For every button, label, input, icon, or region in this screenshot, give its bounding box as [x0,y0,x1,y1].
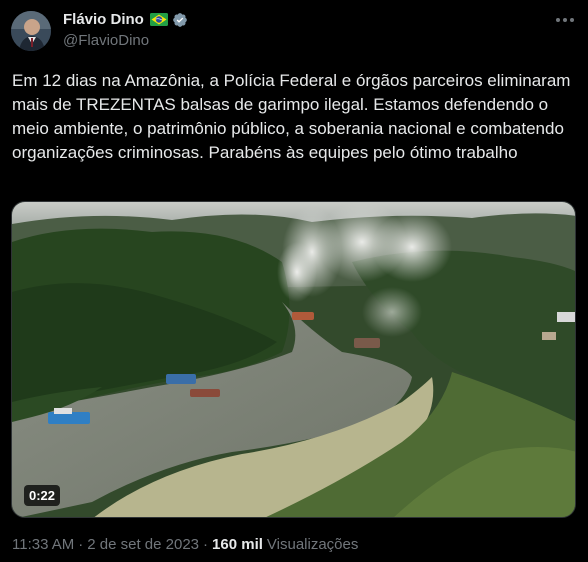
avatar-image [11,11,51,51]
meta-separator-2: · [203,536,209,553]
tweet-meta: 11:33 AM · 2 de set de 2023 · 160 mil Vi… [12,536,358,553]
avatar[interactable] [11,11,51,51]
brazil-flag-icon [149,13,168,26]
video-duration-badge: 0:22 [24,485,61,506]
video-player[interactable]: 0:22 [11,201,576,518]
views-label: Visualizações [266,536,359,553]
video-thumbnail [12,202,575,517]
tweet: Flávio Dino @FlavioDino Em 12 dias na Am… [0,0,588,562]
more-dots-icon [556,18,574,22]
verified-badge-icon[interactable] [172,12,188,28]
meta-separator: · [78,536,84,553]
author-name[interactable]: Flávio Dino [63,11,144,28]
author-handle[interactable]: @FlavioDino [63,32,149,49]
tweet-date[interactable]: 2 de set de 2023 [87,536,199,553]
tweet-text: Em 12 dias na Amazônia, a Polícia Federa… [12,71,571,162]
views-count: 160 mil [212,536,263,553]
tweet-time[interactable]: 11:33 AM [12,536,74,553]
more-options-button[interactable] [552,10,578,30]
author-name-row: Flávio Dino [63,11,188,28]
